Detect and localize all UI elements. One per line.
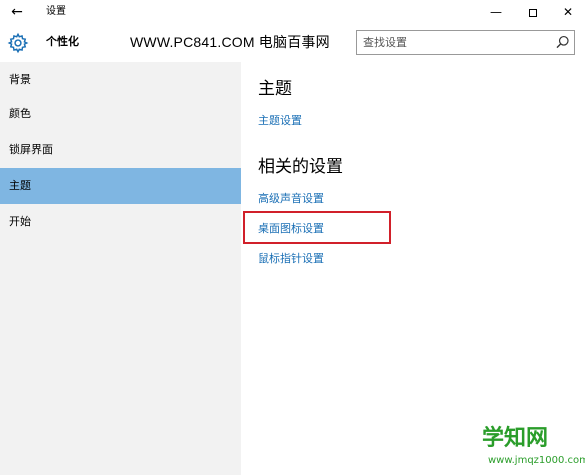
close-button[interactable]: ✕ (549, 2, 585, 22)
maximize-icon (529, 8, 537, 17)
minimize-button[interactable]: — (477, 2, 515, 22)
section-title-related-settings: 相关的设置 (258, 157, 343, 177)
logo-url: www.jmqz1000.com (488, 455, 585, 466)
gear-icon (7, 32, 29, 54)
main-content: 主题 主题设置 相关的设置 高级声音设置 桌面图标设置 鼠标指针设置 (241, 62, 585, 475)
section-title-themes: 主题 (258, 79, 292, 99)
page-title: 个性化 (46, 35, 79, 48)
theme-settings-link[interactable]: 主题设置 (258, 113, 302, 129)
title-bar: ← 设置 — ✕ (0, 0, 585, 24)
sidebar: 背景 颜色 锁屏界面 主题 开始 (0, 62, 241, 475)
sidebar-item-start[interactable]: 开始 (0, 204, 241, 240)
sidebar-item-lock-screen[interactable]: 锁屏界面 (0, 132, 241, 168)
search-icon[interactable] (554, 34, 571, 51)
back-button[interactable]: ← (8, 4, 26, 20)
site-logo: 学知网 www.jmqz1000.com (470, 424, 585, 472)
sidebar-item-themes[interactable]: 主题 (0, 168, 241, 204)
sidebar-item-background[interactable]: 背景 (0, 62, 241, 98)
highlight-box (243, 211, 391, 244)
search-input[interactable] (357, 31, 547, 54)
window-title: 设置 (46, 6, 66, 17)
sidebar-item-colors[interactable]: 颜色 (0, 96, 241, 132)
header: 个性化 WWW.PC841.COM 电脑百事网 (0, 24, 585, 62)
search-box[interactable] (356, 30, 575, 55)
advanced-sound-settings-link[interactable]: 高级声音设置 (258, 191, 324, 207)
logo-text: 学知网 (482, 426, 549, 451)
watermark-text: WWW.PC841.COM 电脑百事网 (130, 34, 330, 50)
maximize-button[interactable] (514, 2, 552, 22)
mouse-pointer-settings-link[interactable]: 鼠标指针设置 (258, 251, 324, 267)
